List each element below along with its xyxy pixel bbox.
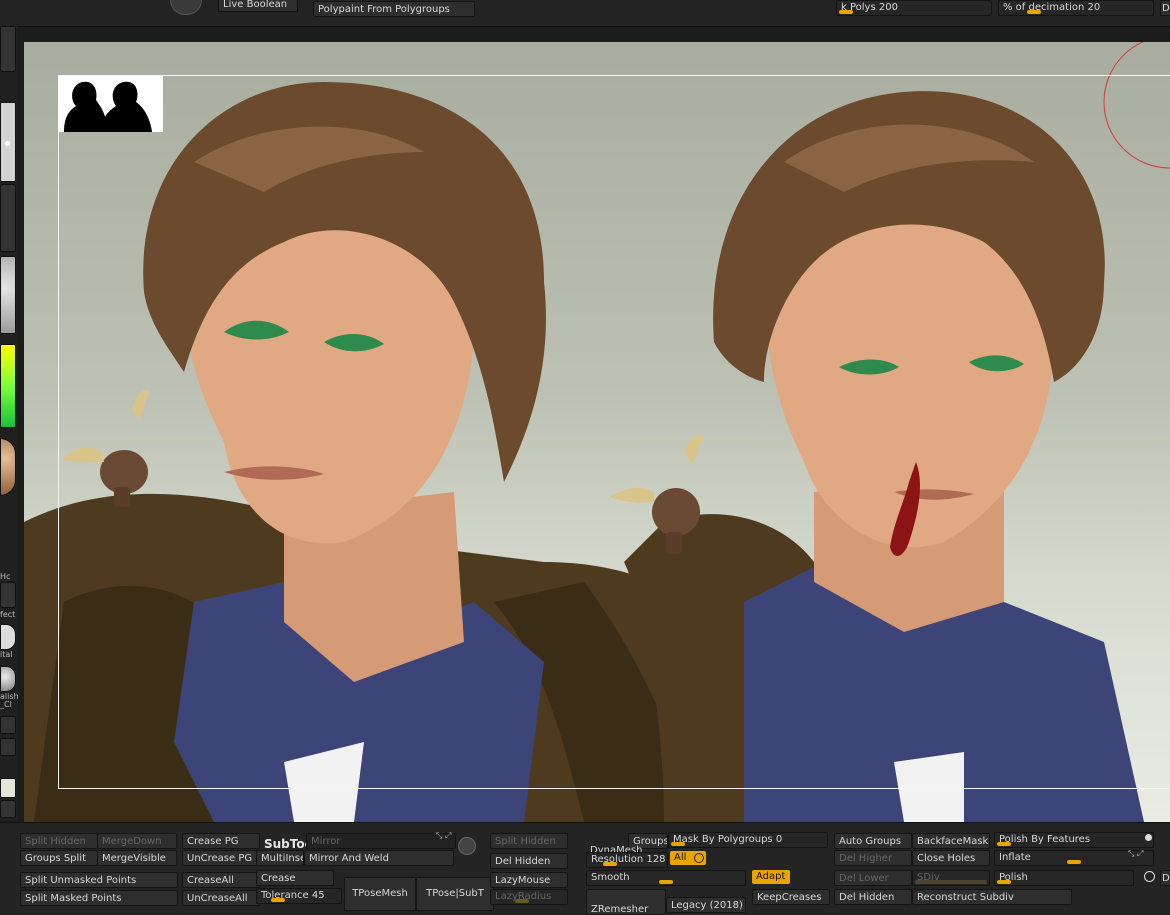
- resolution-value: 128: [646, 854, 666, 865]
- mirror-and-weld-button[interactable]: Mirror And Weld: [304, 850, 454, 866]
- right-panel-edge-button[interactable]: D: [1160, 870, 1170, 886]
- polish-knob[interactable]: [997, 880, 1011, 884]
- polish-by-features-slider[interactable]: Polish By Features: [994, 832, 1154, 848]
- resolution-label: Resolution: [591, 854, 644, 865]
- sidebar-slot-7[interactable]: [0, 582, 16, 608]
- subtool-expand-icon[interactable]: ⤡ ⤢: [436, 831, 451, 841]
- decimation-label: % of decimation: [1003, 2, 1085, 13]
- mask-by-polygroups-knob[interactable]: [671, 842, 685, 846]
- merge-down-button[interactable]: MergeDown: [97, 833, 177, 849]
- polish-slider[interactable]: Polish: [994, 870, 1134, 886]
- left-sidebar: Hc fect ital alish _Cl: [0, 26, 18, 822]
- uncrease-all-button[interactable]: UnCreaseAll: [182, 890, 260, 906]
- sidebar-material-preview[interactable]: [0, 256, 16, 334]
- crease-button[interactable]: Crease: [256, 870, 334, 886]
- crease-all-button[interactable]: CreaseAll: [182, 872, 260, 888]
- color-picker-icon[interactable]: [0, 344, 16, 428]
- geometry-split-hidden-button[interactable]: Split Hidden: [490, 833, 568, 849]
- adapt-toggle[interactable]: Adapt: [752, 870, 790, 884]
- uncrease-pg-button[interactable]: UnCrease PG: [182, 850, 260, 866]
- polish-by-features-label: Polish By Features: [999, 834, 1091, 845]
- inflate-label: Inflate: [999, 852, 1031, 863]
- resolution-knob[interactable]: [603, 862, 617, 866]
- all-toggle-radio-icon[interactable]: [694, 853, 704, 863]
- smooth-slider[interactable]: Smooth: [586, 870, 746, 886]
- silhouette-icon: [64, 81, 152, 132]
- lazy-mouse-button[interactable]: LazyMouse: [490, 872, 568, 888]
- resolution-slider[interactable]: Resolution 128: [586, 852, 668, 868]
- reconstruct-subdiv-button[interactable]: Reconstruct Subdiv: [912, 889, 1072, 905]
- sidebar-slot-13[interactable]: [0, 800, 16, 818]
- decimation-value: 20: [1087, 2, 1101, 13]
- del-higher-button[interactable]: Del Higher: [834, 850, 912, 866]
- polish-radio-icon[interactable]: [1144, 871, 1155, 882]
- polish-by-features-knob[interactable]: [997, 842, 1011, 846]
- zremesher-button[interactable]: ZRemesher: [586, 889, 666, 915]
- sidebar-sphere-icon[interactable]: [0, 438, 16, 496]
- split-hidden-button[interactable]: Split Hidden: [20, 833, 98, 849]
- tolerance-value: 45: [311, 890, 325, 901]
- del-lower-button[interactable]: Del Lower: [834, 870, 912, 886]
- sidebar-slot-11[interactable]: [0, 738, 16, 756]
- sidebar-stroke-icon[interactable]: [0, 666, 16, 692]
- decimation-knob[interactable]: [1027, 10, 1041, 14]
- mask-by-polygroups-value: 0: [775, 834, 783, 845]
- tolerance-knob[interactable]: [271, 898, 285, 902]
- mask-by-polygroups-slider[interactable]: Mask By Polygroups 0: [668, 832, 828, 848]
- sidebar-slot-2[interactable]: [0, 102, 16, 182]
- sidebar-color-swatch[interactable]: [0, 778, 16, 798]
- polypaint-from-polygroups-button[interactable]: Polypaint From Polygroups: [313, 1, 475, 17]
- tpose-mesh-button[interactable]: TPoseMesh: [344, 877, 416, 911]
- canvas-frame-guide: [58, 75, 1170, 789]
- sidebar-label-6: _Cl: [0, 700, 12, 709]
- lazy-radius-slider[interactable]: LazyRadius: [490, 889, 568, 905]
- inflate-expand-icon[interactable]: ⤡ ⤢: [1128, 849, 1143, 859]
- lazy-radius-knob[interactable]: [515, 899, 529, 903]
- k-polys-slider[interactable]: k Polys 200: [836, 0, 992, 16]
- auto-groups-button[interactable]: Auto Groups: [834, 833, 912, 849]
- sdiv-slider[interactable]: SDiv: [912, 870, 990, 886]
- sidebar-slot-10[interactable]: [0, 716, 16, 734]
- decimation-slider[interactable]: % of decimation 20: [998, 0, 1154, 16]
- geometry-del-hidden-button[interactable]: Del Hidden: [490, 853, 568, 869]
- split-masked-points-button[interactable]: Split Masked Points: [20, 890, 178, 906]
- polish-by-features-radio-icon[interactable]: [1145, 834, 1152, 841]
- silhouette-thumbnail[interactable]: [58, 76, 163, 132]
- 3d-viewport-canvas[interactable]: [24, 42, 1170, 822]
- merge-visible-button[interactable]: MergeVisible: [97, 850, 177, 866]
- brush-icon[interactable]: [170, 0, 202, 15]
- multi-insert-button[interactable]: MultiInsert: [256, 850, 304, 866]
- inflate-knob[interactable]: [1067, 860, 1081, 864]
- legacy-2018-button[interactable]: Legacy (2018): [666, 897, 746, 913]
- crease-tolerance-slider[interactable]: Tolerance 45: [256, 888, 342, 904]
- bottom-tool-palette: Split Hidden MergeDown Groups Split Merg…: [0, 822, 1170, 915]
- smooth-label: Smooth: [591, 872, 630, 883]
- sidebar-alpha-icon[interactable]: [0, 624, 16, 650]
- close-holes-button[interactable]: Close Holes: [912, 850, 990, 866]
- mirror-button[interactable]: Mirror: [306, 833, 456, 849]
- right-edge-button[interactable]: D: [1160, 0, 1170, 16]
- groups-split-button[interactable]: Groups Split: [20, 850, 98, 866]
- split-unmasked-points-button[interactable]: Split Unmasked Points: [20, 872, 178, 888]
- smooth-knob[interactable]: [659, 880, 673, 884]
- backface-mask-button[interactable]: BackfaceMask: [912, 833, 990, 849]
- sidebar-label-4: ital: [0, 650, 13, 659]
- k-polys-knob[interactable]: [839, 10, 853, 14]
- keep-creases-button[interactable]: KeepCreases: [752, 889, 830, 905]
- mask-by-polygroups-label: Mask By Polygroups: [673, 834, 773, 845]
- subtool-circle-icon[interactable]: [458, 837, 476, 855]
- sdiv-knob[interactable]: [915, 880, 987, 884]
- crease-pg-button[interactable]: Crease PG: [182, 833, 260, 849]
- sidebar-label-1: Hc: [0, 572, 11, 581]
- tpose-subt-button[interactable]: TPose|SubT: [416, 877, 494, 911]
- sidebar-slot-1[interactable]: [0, 26, 16, 72]
- k-polys-value: 200: [878, 2, 898, 13]
- live-boolean-button[interactable]: Live Boolean: [218, 0, 298, 12]
- top-toolbar: Live Boolean Polypaint From Polygroups k…: [0, 0, 1170, 27]
- sidebar-label-3: fect: [0, 610, 16, 619]
- del-hidden-2-button[interactable]: Del Hidden: [834, 889, 912, 905]
- sidebar-slot-3[interactable]: [0, 184, 16, 252]
